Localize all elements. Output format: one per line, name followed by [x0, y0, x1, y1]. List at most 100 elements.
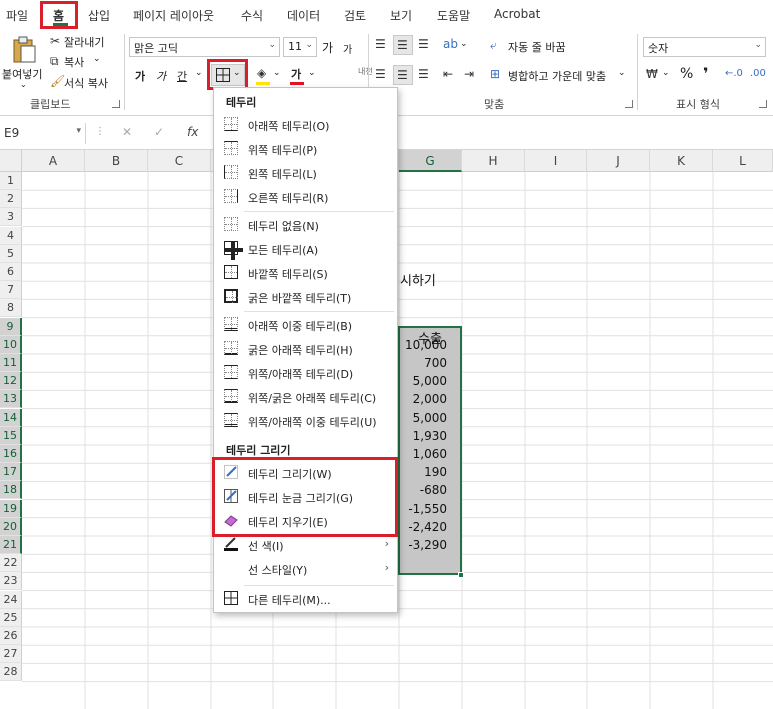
paste-dropdown-icon[interactable]: ⌄ — [20, 80, 27, 89]
tab-help[interactable]: 도움말 — [437, 7, 470, 24]
row-header-22[interactable]: 22 — [0, 554, 22, 573]
enter-icon[interactable]: ✓ — [154, 126, 164, 138]
fill-color-dropdown-icon[interactable]: ⌄ — [273, 68, 281, 78]
tab-data[interactable]: 데이터 — [287, 7, 320, 24]
copy-dropdown-icon[interactable]: ⌄ — [93, 54, 101, 64]
menu-thick-bottom-border[interactable]: 굵은 아래쪽 테두리(H) — [214, 338, 397, 360]
clipboard-launcher-icon[interactable] — [112, 100, 120, 108]
row-header-28[interactable]: 28 — [0, 663, 22, 682]
column-header-l[interactable]: L — [713, 150, 773, 172]
tab-acrobat[interactable]: Acrobat — [494, 7, 540, 21]
menu-no-border[interactable]: 테두리 없음(N) — [214, 214, 397, 236]
accounting-dropdown-icon[interactable]: ⌄ — [662, 68, 670, 78]
row-header-4[interactable]: 4 — [0, 226, 22, 245]
increase-indent-icon[interactable]: ⇥ — [464, 68, 474, 80]
align-right-icon[interactable]: ☰ — [418, 68, 429, 80]
column-header-b[interactable]: B — [85, 150, 148, 172]
tab-view[interactable]: 보기 — [390, 7, 412, 24]
paste-button[interactable]: 붙여넣기 ⌄ — [2, 34, 44, 92]
align-center-button[interactable]: ☰ — [393, 65, 413, 85]
fill-color-icon[interactable]: ◈ — [257, 67, 266, 79]
italic-button[interactable]: 가 — [156, 68, 166, 84]
merge-dropdown-icon[interactable]: ⌄ — [618, 68, 626, 78]
comma-button[interactable]: ❜ — [703, 64, 709, 83]
tab-insert[interactable]: 삽입 — [88, 7, 110, 24]
column-header-g[interactable]: G — [399, 150, 462, 172]
insert-function-icon[interactable]: fx — [187, 126, 198, 138]
row-header-21[interactable]: 21 — [0, 536, 22, 554]
row-header-10[interactable]: 10 — [0, 335, 22, 354]
menu-all-borders[interactable]: 모든 테두리(A) — [214, 238, 397, 260]
menu-right-border[interactable]: 오른쪽 테두리(R) — [214, 186, 397, 208]
cancel-icon[interactable]: ✕ — [122, 126, 132, 138]
menu-top-border[interactable]: 위쪽 테두리(P) — [214, 138, 397, 160]
row-header-11[interactable]: 11 — [0, 354, 22, 372]
row-header-20[interactable]: 20 — [0, 517, 22, 536]
font-name-select[interactable]: 맑은 고딕 ⌄ — [129, 37, 280, 57]
menu-bottom-border[interactable]: 아래쪽 테두리(O) — [214, 114, 397, 136]
copy-button[interactable]: 복사 — [64, 54, 84, 70]
menu-thick-outside-borders[interactable]: 굵은 바깥쪽 테두리(T) — [214, 286, 397, 308]
number-launcher-icon[interactable] — [759, 100, 767, 108]
percent-button[interactable]: % — [680, 66, 693, 82]
column-header-h[interactable]: H — [462, 150, 525, 172]
font-color-dropdown-icon[interactable]: ⌄ — [308, 68, 316, 78]
menu-outside-borders[interactable]: 바깥쪽 테두리(S) — [214, 262, 397, 284]
increase-decimal-icon[interactable]: ←.0 — [725, 69, 743, 79]
font-size-select[interactable]: 11 ⌄ — [283, 37, 317, 57]
column-header-c[interactable]: C — [148, 150, 211, 172]
select-all-corner[interactable] — [0, 150, 22, 172]
row-header-14[interactable]: 14 — [0, 408, 22, 427]
row-header-3[interactable]: 3 — [0, 208, 22, 227]
row-header-9[interactable]: 9 — [0, 317, 22, 336]
align-middle-button[interactable]: ☰ — [393, 35, 413, 55]
tab-formulas[interactable]: 수식 — [241, 7, 263, 24]
row-header-12[interactable]: 12 — [0, 372, 22, 391]
menu-line-color[interactable]: 선 색(I) › — [214, 534, 397, 556]
row-header-19[interactable]: 19 — [0, 499, 22, 518]
row-header-25[interactable]: 25 — [0, 608, 22, 627]
row-header-13[interactable]: 13 — [0, 390, 22, 409]
underline-button[interactable]: 간 — [177, 68, 187, 84]
column-header-i[interactable]: I — [525, 150, 587, 172]
decrease-indent-icon[interactable]: ⇤ — [443, 68, 453, 80]
number-format-select[interactable]: 숫자 ⌄ — [643, 37, 766, 57]
format-painter-button[interactable]: 서식 복사 — [64, 75, 108, 91]
underline-dropdown-icon[interactable]: ⌄ — [195, 68, 203, 78]
row-header-8[interactable]: 8 — [0, 299, 22, 318]
shrink-font-button[interactable]: 가 — [343, 41, 352, 56]
phonetic-button[interactable]: 내천 — [358, 66, 373, 77]
row-header-27[interactable]: 27 — [0, 645, 22, 664]
row-header-18[interactable]: 18 — [0, 481, 22, 500]
fill-handle[interactable] — [458, 572, 464, 578]
menu-bottom-double-border[interactable]: 아래쪽 이중 테두리(B) — [214, 314, 397, 336]
cut-button[interactable]: 잘라내기 — [64, 34, 104, 50]
column-header-a[interactable]: A — [22, 150, 85, 172]
row-header-5[interactable]: 5 — [0, 244, 22, 263]
tab-file[interactable]: 파일 — [6, 7, 28, 24]
row-header-17[interactable]: 17 — [0, 463, 22, 482]
row-header-15[interactable]: 15 — [0, 426, 22, 445]
row-header-26[interactable]: 26 — [0, 627, 22, 645]
column-header-j[interactable]: J — [587, 150, 650, 172]
decrease-decimal-icon[interactable]: .00 — [750, 69, 766, 79]
menu-top-double-bottom-border[interactable]: 위쪽/아래쪽 이중 테두리(U) — [214, 410, 397, 432]
menu-line-style[interactable]: 선 스타일(Y) › — [214, 558, 397, 580]
align-top-icon[interactable]: ☰ — [375, 38, 386, 50]
menu-top-thick-bottom-border[interactable]: 위쪽/굵은 아래쪽 테두리(C) — [214, 386, 397, 408]
row-header-2[interactable]: 2 — [0, 190, 22, 209]
row-header-16[interactable]: 16 — [0, 445, 22, 463]
tab-page-layout[interactable]: 페이지 레이아웃 — [133, 7, 214, 24]
merge-center-button[interactable]: 병합하고 가운데 맞춤 — [508, 68, 606, 84]
name-box[interactable]: E9 ▾ — [0, 123, 86, 144]
orientation-dropdown-icon[interactable]: ⌄ — [460, 39, 468, 49]
bold-button[interactable]: 가 — [135, 68, 145, 84]
align-left-icon[interactable]: ☰ — [375, 68, 386, 80]
row-header-24[interactable]: 24 — [0, 590, 22, 609]
wrap-text-button[interactable]: 자동 줄 바꿈 — [508, 39, 566, 55]
orientation-icon[interactable]: ab — [443, 38, 458, 50]
menu-top-bottom-border[interactable]: 위쪽/아래쪽 테두리(D) — [214, 362, 397, 384]
menu-more-borders[interactable]: 다른 테두리(M)... — [214, 588, 397, 610]
align-bottom-icon[interactable]: ☰ — [418, 38, 429, 50]
menu-left-border[interactable]: 왼쪽 테두리(L) — [214, 162, 397, 184]
